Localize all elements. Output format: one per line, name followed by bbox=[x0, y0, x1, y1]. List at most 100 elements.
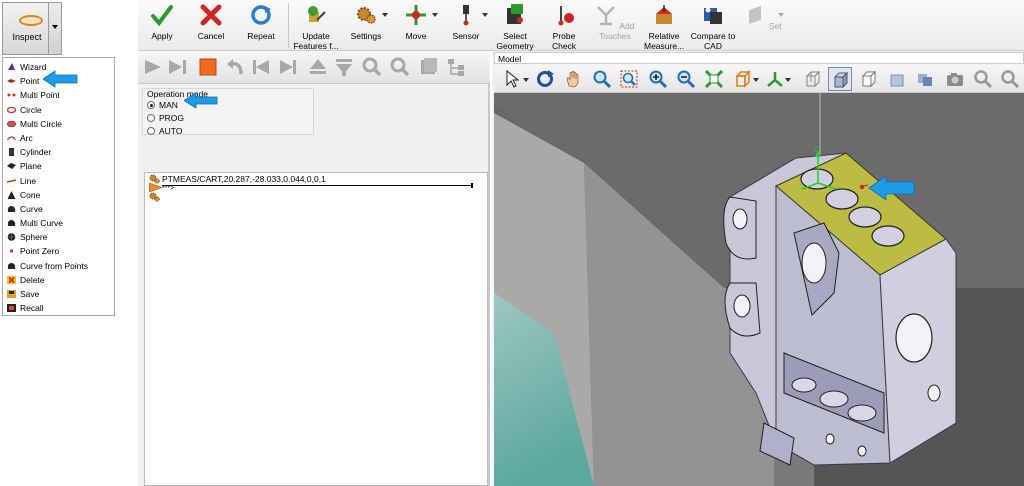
red-x-icon bbox=[200, 4, 222, 26]
zoom-out-icon[interactable] bbox=[677, 70, 695, 88]
move-icon bbox=[406, 5, 426, 25]
menu-item-circle[interactable]: Circle bbox=[3, 103, 114, 117]
recall-icon bbox=[7, 304, 16, 313]
radio-auto[interactable]: AUTO bbox=[147, 125, 182, 137]
current-line-arrow-icon bbox=[149, 183, 163, 192]
menu-item-multi-curve[interactable]: Multi Curve bbox=[3, 216, 114, 230]
select-dropdown-arrow[interactable] bbox=[523, 78, 529, 82]
app-window: Inspect Wizard Point Multi Point Circle … bbox=[0, 0, 1024, 486]
zoom-icon[interactable] bbox=[593, 70, 611, 88]
axis-triad-icon[interactable] bbox=[766, 70, 784, 88]
sensor-dropdown-arrow[interactable] bbox=[482, 13, 488, 17]
radio-prog-dot[interactable] bbox=[147, 114, 155, 122]
set-button[interactable]: Set bbox=[744, 2, 784, 50]
radio-auto-dot[interactable] bbox=[147, 127, 155, 135]
menu-item-delete[interactable]: Delete bbox=[3, 273, 114, 287]
settings-gear-icon bbox=[357, 7, 376, 24]
wireframe-icon[interactable] bbox=[804, 70, 822, 88]
shaded-edges-icon[interactable] bbox=[888, 70, 906, 88]
play-icon[interactable] bbox=[143, 57, 163, 77]
find-next-icon[interactable] bbox=[390, 57, 410, 77]
program-line-ptmeas[interactable]: PTMEAS/CART,20.287,-28.033,0.044,0,0,1 bbox=[162, 174, 326, 184]
cursor-line bbox=[162, 185, 472, 186]
program-editor[interactable]: PTMEAS/CART,20.287,-28.033,0.044,0,0,1 *… bbox=[144, 172, 488, 486]
arc-icon bbox=[7, 136, 16, 141]
cancel-button[interactable]: Cancel bbox=[192, 2, 230, 50]
3d-viewport[interactable]: Z bbox=[494, 93, 1024, 486]
update-features-button[interactable]: Update Features f... bbox=[292, 2, 340, 51]
save-icon bbox=[7, 290, 16, 298]
sensor-button[interactable]: Sensor bbox=[446, 2, 488, 50]
radio-man-dot[interactable] bbox=[147, 101, 155, 109]
add-touches-button[interactable]: Add Touches bbox=[588, 2, 642, 50]
page-icon[interactable] bbox=[418, 57, 438, 77]
rotate-icon[interactable] bbox=[536, 70, 554, 88]
compare-to-cad-button[interactable]: Compare to CAD bbox=[690, 2, 736, 51]
menu-item-line[interactable]: Line bbox=[3, 174, 114, 188]
zoom-window-icon[interactable] bbox=[620, 70, 638, 88]
menu-item-curve[interactable]: Curve bbox=[3, 202, 114, 216]
zoom-in-icon[interactable] bbox=[649, 70, 667, 88]
settings-button[interactable]: Settings bbox=[346, 2, 388, 50]
multi-curve-icon bbox=[7, 220, 16, 227]
tree-structure-icon[interactable] bbox=[446, 57, 466, 77]
shaded-view-toggle[interactable] bbox=[828, 67, 852, 91]
inspect-dropdown-arrow[interactable] bbox=[48, 3, 61, 54]
gear-bullet-icon bbox=[149, 192, 160, 202]
search-model-icon[interactable] bbox=[974, 70, 992, 88]
menu-item-curve-from-points[interactable]: Curve from Points bbox=[3, 259, 114, 273]
radio-prog[interactable]: PROG bbox=[147, 112, 184, 124]
go-first-icon[interactable] bbox=[251, 57, 271, 77]
find-icon[interactable] bbox=[362, 57, 382, 77]
move-down-icon[interactable] bbox=[334, 57, 354, 77]
pan-hand-icon[interactable] bbox=[564, 70, 582, 88]
search-next-model-icon[interactable] bbox=[1001, 70, 1019, 88]
curve-icon bbox=[7, 205, 16, 212]
menu-item-point-zero[interactable]: Point Zero bbox=[3, 244, 114, 258]
operation-mode-group: Operation mode MAN PROG AUTO bbox=[142, 88, 314, 137]
axis-dropdown-arrow[interactable] bbox=[785, 78, 791, 82]
multi-point-icon bbox=[7, 93, 16, 97]
menu-item-plane[interactable]: Plane bbox=[3, 159, 114, 173]
camera-icon[interactable] bbox=[946, 70, 964, 88]
line-icon bbox=[7, 178, 16, 183]
multi-circle-icon bbox=[7, 120, 16, 127]
point-icon bbox=[7, 79, 16, 84]
apply-button[interactable]: Apply bbox=[144, 2, 180, 50]
fit-all-icon[interactable] bbox=[705, 70, 723, 88]
select-pointer-icon[interactable] bbox=[504, 70, 522, 88]
settings-dropdown-arrow[interactable] bbox=[382, 13, 388, 17]
inspect-button[interactable]: Inspect bbox=[2, 2, 62, 55]
undo-icon[interactable] bbox=[225, 57, 245, 77]
model-toolbar bbox=[494, 65, 1024, 93]
menu-item-cone[interactable]: Cone bbox=[3, 188, 114, 202]
menu-item-recall[interactable]: Recall bbox=[3, 301, 114, 315]
menu-item-save[interactable]: Save bbox=[3, 287, 114, 301]
step-forward-icon[interactable] bbox=[168, 57, 188, 77]
hidden-line-icon[interactable] bbox=[860, 70, 878, 88]
view-cube-icon[interactable] bbox=[734, 70, 752, 88]
radio-man[interactable]: MAN bbox=[147, 99, 178, 111]
move-dropdown-arrow[interactable] bbox=[432, 13, 438, 17]
menu-item-sphere[interactable]: Sphere bbox=[3, 230, 114, 244]
go-last-icon[interactable] bbox=[278, 57, 298, 77]
probe-check-button[interactable]: Probe Check bbox=[544, 2, 584, 51]
cursor-line-end bbox=[471, 183, 473, 188]
main-toolbar: Apply Cancel Repeat Update Features f...… bbox=[138, 0, 1024, 51]
menu-item-multi-point[interactable]: Multi Point bbox=[3, 88, 114, 102]
move-up-icon[interactable] bbox=[308, 57, 328, 77]
set-dropdown-arrow[interactable] bbox=[778, 13, 784, 17]
repeat-button[interactable]: Repeat bbox=[242, 2, 280, 50]
move-button[interactable]: Move bbox=[396, 2, 438, 50]
menu-item-multi-circle[interactable]: Multi Circle bbox=[3, 117, 114, 131]
view-dropdown-arrow[interactable] bbox=[753, 78, 759, 82]
stop-icon[interactable] bbox=[198, 57, 218, 77]
menu-item-arc[interactable]: Arc bbox=[3, 131, 114, 145]
delete-icon bbox=[7, 275, 16, 284]
inspect-menu: Wizard Point Multi Point Circle Multi Ci… bbox=[2, 57, 115, 316]
transparent-icon[interactable] bbox=[916, 70, 934, 88]
program-line-insert[interactable]: ***> bbox=[162, 185, 174, 192]
select-geometry-button[interactable]: Select Geometry bbox=[492, 2, 538, 51]
menu-item-cylinder[interactable]: Cylinder bbox=[3, 145, 114, 159]
relative-measure-button[interactable]: Relative Measure... bbox=[644, 2, 684, 51]
